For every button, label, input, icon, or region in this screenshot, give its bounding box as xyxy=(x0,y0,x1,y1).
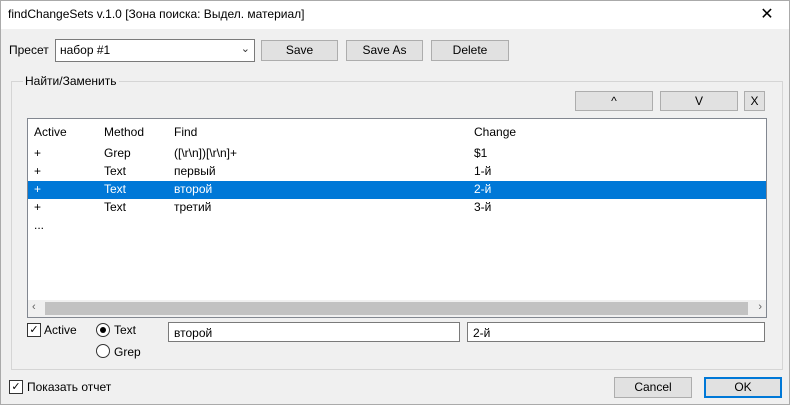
cell-method: Text xyxy=(104,164,127,178)
cell-find: ([\r\n])[\r\n]+ xyxy=(174,146,238,160)
scroll-left-icon[interactable]: ‹ xyxy=(32,301,36,313)
show-report-label: Показать отчет xyxy=(27,380,112,394)
find-input[interactable]: второй xyxy=(168,322,460,342)
change-input[interactable]: 2-й xyxy=(467,322,765,342)
cell-method: Grep xyxy=(104,146,131,160)
save-button[interactable]: Save xyxy=(261,40,338,61)
chevron-down-icon: ⌄ xyxy=(240,43,250,55)
cell-change: 2-й xyxy=(474,182,492,196)
checkmark-icon: ✓ xyxy=(29,324,39,336)
window-title: findChangeSets v.1.0 [Зона поиска: Выдел… xyxy=(8,7,305,21)
column-header-method[interactable]: Method xyxy=(104,125,144,139)
move-up-button[interactable]: ^ xyxy=(575,91,653,111)
checkmark-icon: ✓ xyxy=(11,381,21,393)
preset-dropdown[interactable]: набор #1 ⌄ xyxy=(55,39,255,62)
move-down-label: V xyxy=(694,94,703,108)
cancel-button-label: Cancel xyxy=(634,380,672,394)
cell-find: третий xyxy=(174,200,212,214)
preset-label: Пресет xyxy=(9,43,49,57)
radio-dot-icon xyxy=(100,327,106,333)
delete-button-label: Delete xyxy=(452,43,488,57)
changesets-list[interactable]: Active Method Find Change + Grep ([\r\n]… xyxy=(27,118,767,318)
title-bar: findChangeSets v.1.0 [Зона поиска: Выдел… xyxy=(1,1,789,29)
move-down-button[interactable]: V xyxy=(660,91,738,111)
table-row-more[interactable]: ... xyxy=(28,217,766,235)
text-radio-label: Text xyxy=(114,323,137,337)
change-input-value: 2-й xyxy=(473,326,491,340)
active-checkbox[interactable]: ✓ xyxy=(27,323,41,337)
ok-button-label: OK xyxy=(734,380,752,394)
save-as-button[interactable]: Save As xyxy=(346,40,423,61)
table-row[interactable]: + Text первый 1-й xyxy=(28,163,766,181)
preset-value: набор #1 xyxy=(60,43,111,57)
column-header-active[interactable]: Active xyxy=(34,125,67,139)
remove-row-button[interactable]: X xyxy=(744,91,765,111)
cell-method: Text xyxy=(104,182,127,196)
active-label: Active xyxy=(44,323,77,337)
remove-row-label: X xyxy=(750,94,759,108)
ok-button[interactable]: OK xyxy=(704,377,782,398)
text-radio[interactable] xyxy=(96,323,110,337)
cancel-button[interactable]: Cancel xyxy=(614,377,692,398)
cell-change: 1-й xyxy=(474,164,492,178)
table-row-selected[interactable]: + Text второй 2-й xyxy=(28,181,766,199)
cell-active: + xyxy=(34,164,42,178)
dialog-window: findChangeSets v.1.0 [Зона поиска: Выдел… xyxy=(0,0,790,405)
save-as-button-label: Save As xyxy=(362,43,407,57)
cell-find: первый xyxy=(174,164,216,178)
cell-change: $1 xyxy=(474,146,488,160)
cell-find: второй xyxy=(174,182,213,196)
cell-active: ... xyxy=(34,218,45,232)
save-button-label: Save xyxy=(285,43,314,57)
show-report-checkbox[interactable]: ✓ xyxy=(9,380,23,394)
column-header-change[interactable]: Change xyxy=(474,125,516,139)
cell-change: 3-й xyxy=(474,200,492,214)
cell-active: + xyxy=(34,182,42,196)
group-label: Найти/Заменить xyxy=(23,74,119,88)
scrollbar-thumb[interactable] xyxy=(45,302,748,315)
grep-radio-label: Grep xyxy=(114,345,141,359)
cell-method: Text xyxy=(104,200,127,214)
column-header-find[interactable]: Find xyxy=(174,125,197,139)
table-row[interactable]: + Grep ([\r\n])[\r\n]+ $1 xyxy=(28,145,766,163)
cell-active: + xyxy=(34,200,42,214)
grep-radio[interactable] xyxy=(96,344,110,358)
close-icon[interactable]: ✕ xyxy=(745,1,789,29)
cell-active: + xyxy=(34,146,42,160)
scroll-right-icon[interactable]: › xyxy=(758,301,762,313)
delete-button[interactable]: Delete xyxy=(431,40,509,61)
move-up-label: ^ xyxy=(611,94,617,108)
horizontal-scrollbar[interactable]: ‹ › xyxy=(28,300,766,317)
table-row[interactable]: + Text третий 3-й xyxy=(28,199,766,217)
find-input-value: второй xyxy=(174,326,213,340)
